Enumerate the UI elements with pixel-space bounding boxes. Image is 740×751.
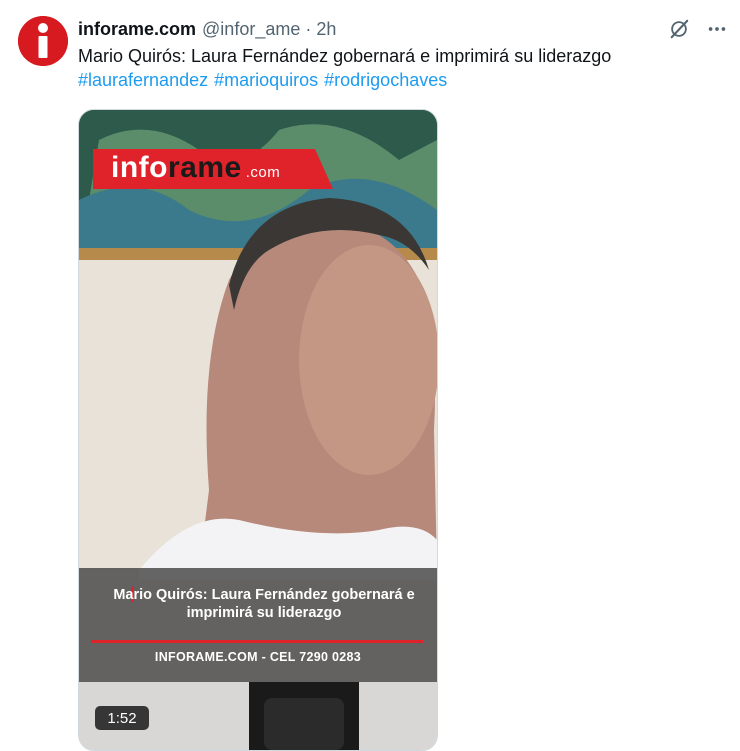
banner-brand-rame: rame [167,151,242,184]
video-duration: 1:52 [95,706,149,730]
hashtag-rodrigochaves[interactable]: #rodrigochaves [324,70,447,90]
caption-footer: INFORAME.COM - CEL 7290 0283 [154,650,362,664]
tweet-actions [666,16,730,42]
tweet-time[interactable]: 2h [316,19,336,40]
hashtag-laurafernandez[interactable]: #laurafernandez [78,70,208,90]
author-name[interactable]: inforame.com [78,19,196,40]
banner-brand-com: .com [245,164,281,181]
tweet-text: Mario Quirós: Laura Fernández gobernará … [78,44,718,92]
author-handle[interactable]: @infor_ame [202,19,300,40]
info-logo-icon [18,16,68,66]
separator-dot: · [305,18,312,39]
caption-divider [91,640,423,643]
more-icon[interactable] [704,16,730,42]
tweet-header: inforame.com @infor_ame · 2h [78,17,336,41]
hashtag-marioquiros[interactable]: #marioquiros [214,70,318,90]
video-player[interactable]: inforame .com Mario Quirós: Laura Fernánd… [78,109,438,751]
grok-icon[interactable] [666,16,692,42]
avatar[interactable] [18,16,68,66]
caption-title: Mario Quirós: Laura Fernández gobernará … [113,587,415,621]
banner-brand-info: info [111,151,168,184]
video-caption: Mario Quirós: Laura Fernández gobernará … [79,568,437,682]
tweet-body: Mario Quirós: Laura Fernández gobernará … [78,46,612,66]
hashtag-list: #laurafernandez #marioquiros #rodrigochave… [78,68,718,92]
brand-banner: inforame .com [93,149,333,189]
